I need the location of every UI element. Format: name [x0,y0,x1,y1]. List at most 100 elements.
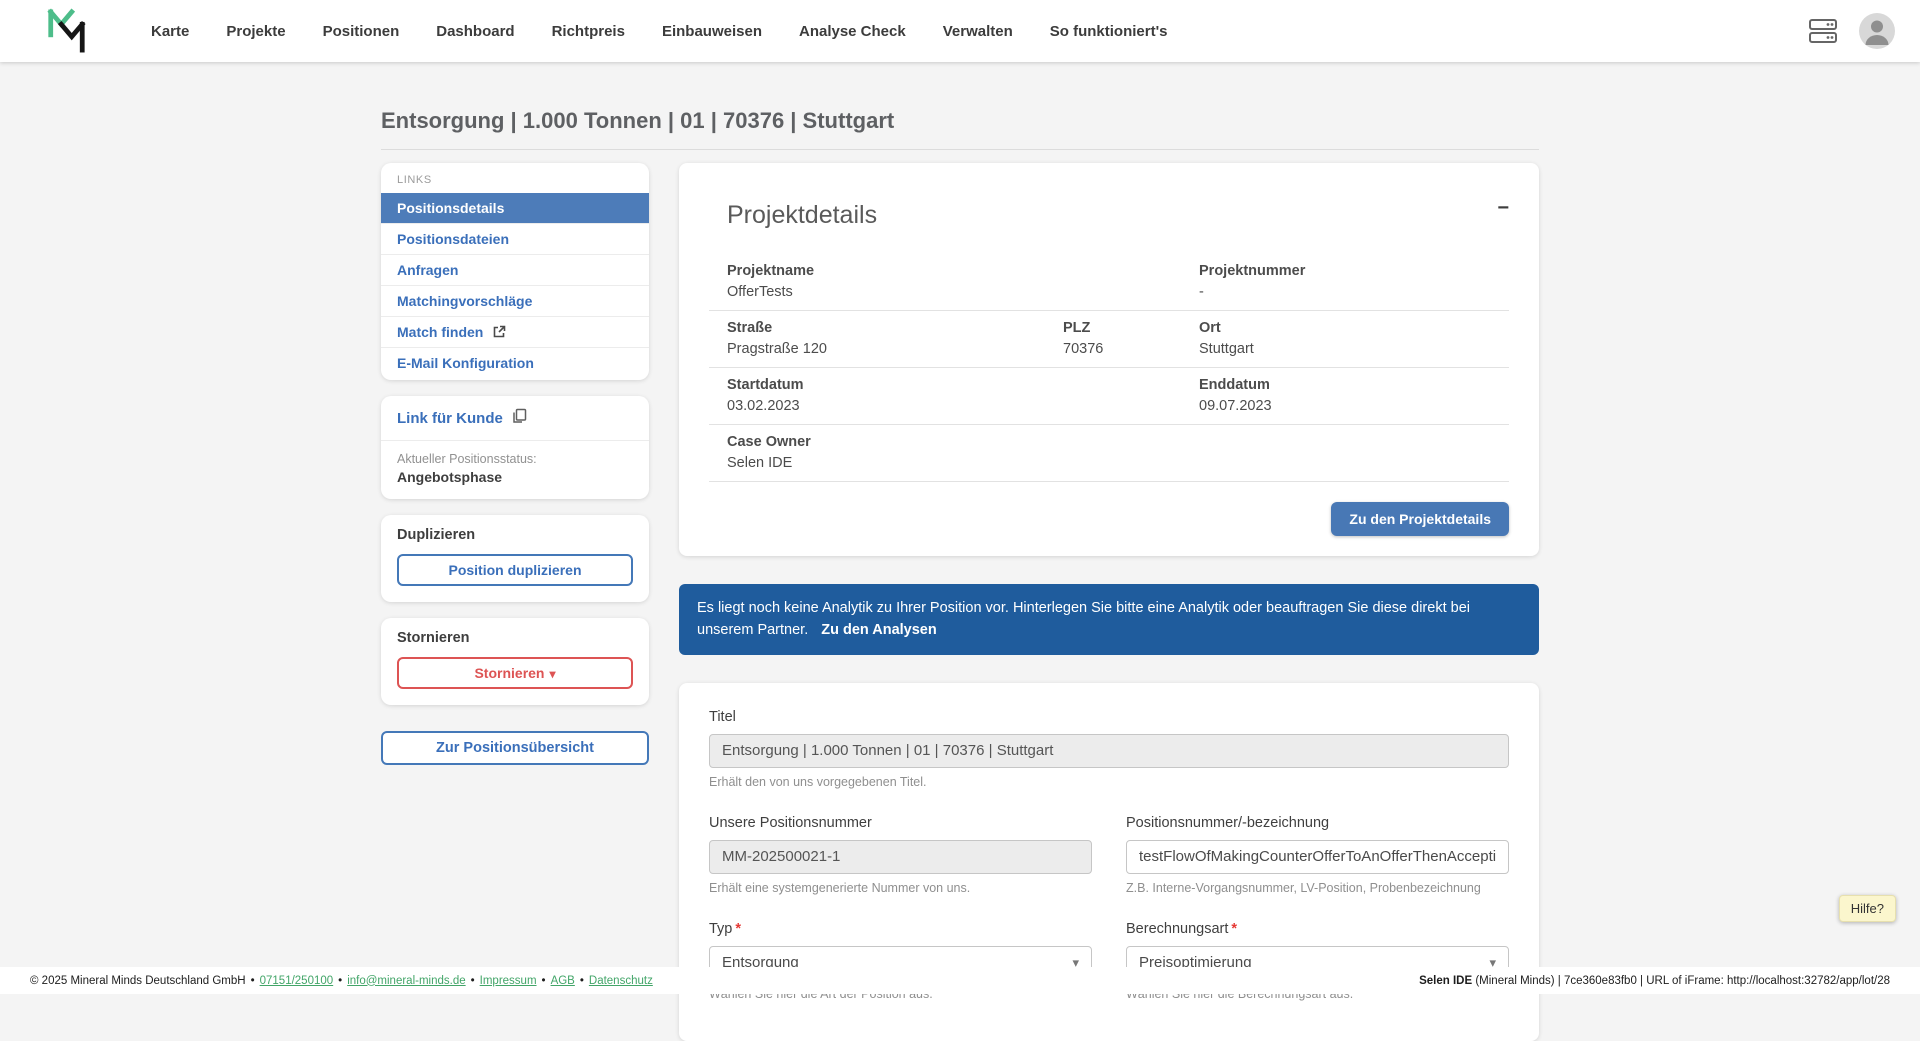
field-label: Ort [1199,320,1509,336]
position-number-input[interactable] [1126,840,1509,874]
customer-link-label: Link für Kunde [397,410,503,427]
cancel-position-button[interactable]: Stornieren▾ [397,657,633,689]
separator: • [251,975,255,987]
chevron-down-icon: ▾ [549,667,555,681]
project-fields: Projektname OfferTests Projektnummer - S… [709,254,1509,482]
typ-label: Typ* [709,921,1092,937]
sidebar: LINKS Positionsdetails Positionsdateien … [381,163,649,765]
project-details-card: Projektdetails − Projektname OfferTests … [679,163,1539,556]
titel-label: Titel [709,709,1509,725]
main-content: Projektdetails − Projektname OfferTests … [679,163,1539,1041]
project-row: Projektname OfferTests Projektnummer - [709,254,1509,311]
footer-link-datenschutz[interactable]: Datenschutz [589,975,653,987]
field-label: Projektnummer [1199,263,1509,279]
sidebar-item-positionsdateien[interactable]: Positionsdateien [381,223,649,254]
our-number-helper: Erhält eine systemgenerierte Nummer von … [709,881,1092,895]
nav-item-analyse-check[interactable]: Analyse Check [799,23,906,40]
banner-text: Es liegt noch keine Analytik zu Ihrer Po… [697,600,1470,638]
field-value: Stuttgart [1199,341,1509,357]
go-to-analyses-link[interactable]: Zu den Analysen [821,622,936,638]
field-label: Projektname [727,263,1181,279]
field-value: OfferTests [727,284,1181,300]
footer-link-agb[interactable]: AGB [551,975,575,987]
duplicate-position-button[interactable]: Position duplizieren [397,554,633,586]
logo-mm-icon [45,8,87,54]
berechnungsart-label: Berechnungsart* [1126,921,1509,937]
required-asterisk: * [735,921,741,937]
links-card: LINKS Positionsdetails Positionsdateien … [381,163,649,380]
separator: • [338,975,342,987]
our-number-label: Unsere Positionsnummer [709,815,1092,831]
customer-link[interactable]: Link für Kunde [381,396,649,441]
titel-field-group: Titel Erhält den von uns vorgegebenen Ti… [709,709,1509,789]
field-label: Enddatum [1199,377,1509,393]
title-divider [381,149,1539,150]
sidebar-item-positionsdetails[interactable]: Positionsdetails [381,193,649,223]
nav-item-so-funktionierts[interactable]: So funktioniert's [1050,23,1168,40]
card-stack-icon [1808,18,1838,44]
footer-left: © 2025 Mineral Minds Deutschland GmbH • … [30,975,653,987]
field-value: 70376 [1063,341,1181,357]
sidebar-item-email-konfiguration[interactable]: E-Mail Konfiguration [381,347,649,378]
titel-helper: Erhält den von uns vorgegebenen Titel. [709,775,1509,789]
footer: © 2025 Mineral Minds Deutschland GmbH • … [0,967,1920,994]
footer-user: Selen IDE [1419,975,1472,987]
help-button[interactable]: Hilfe? [1839,895,1896,922]
nav-item-verwalten[interactable]: Verwalten [943,23,1013,40]
footer-link-phone[interactable]: 07151/250100 [260,975,334,987]
cancel-card: Stornieren Stornieren▾ [381,618,649,705]
sidebar-item-label: E-Mail Konfiguration [397,355,534,371]
nav-item-karte[interactable]: Karte [151,23,189,40]
cancel-heading: Stornieren [397,630,633,646]
position-status-block: Aktueller Positionsstatus: Angebotsphase [381,441,649,499]
berechnungsart-label-text: Berechnungsart [1126,921,1228,937]
separator: • [471,975,475,987]
sidebar-item-label: Match finden [397,324,483,340]
duplicate-heading: Duplizieren [397,527,633,543]
duplicate-card: Duplizieren Position duplizieren [381,515,649,602]
nav-item-projekte[interactable]: Projekte [226,23,285,40]
position-overview-button[interactable]: Zur Positionsübersicht [381,731,649,765]
sidebar-item-label: Anfragen [397,262,458,278]
footer-link-email[interactable]: info@mineral-minds.de [347,975,465,987]
sidebar-item-matchingvorschlaege[interactable]: Matchingvorschläge [381,285,649,316]
avatar-icon [1858,12,1896,50]
project-row: Startdatum 03.02.2023 Enddatum 09.07.202… [709,368,1509,425]
sidebar-item-label: Matchingvorschläge [397,293,532,309]
page-title: Entsorgung | 1.000 Tonnen | 01 | 70376 |… [381,108,1539,134]
position-status-value: Angebotsphase [397,469,633,485]
position-number-field-group: Positionsnummer/-bezeichnung Z.B. Intern… [1126,815,1509,895]
position-number-label: Positionsnummer/-bezeichnung [1126,815,1509,831]
field-label: Case Owner [727,434,1509,450]
mineral-minds-logo[interactable] [45,7,89,55]
links-card-header: LINKS [381,163,649,193]
sidebar-item-match-finden[interactable]: Match finden [381,316,649,347]
copy-icon[interactable] [511,408,527,428]
collapse-icon[interactable]: − [1497,197,1509,220]
nav-item-positionen[interactable]: Positionen [323,23,400,40]
field-value: Pragstraße 120 [727,341,1045,357]
analytics-info-banner: Es liegt noch keine Analytik zu Ihrer Po… [679,584,1539,655]
field-value: Selen IDE [727,455,1509,471]
our-number-input [709,840,1092,874]
required-asterisk: * [1231,921,1237,937]
status-card: Link für Kunde Aktueller Positionsstatus… [381,396,649,499]
our-number-field-group: Unsere Positionsnummer Erhält eine syste… [709,815,1092,895]
nav-item-einbauweisen[interactable]: Einbauweisen [662,23,762,40]
nav-item-richtpreis[interactable]: Richtpreis [552,23,625,40]
go-to-project-details-button[interactable]: Zu den Projektdetails [1331,502,1509,536]
copyright-text: © 2025 Mineral Minds Deutschland GmbH [30,975,246,987]
card-stack-button[interactable] [1808,18,1838,44]
footer-link-impressum[interactable]: Impressum [480,975,537,987]
separator: • [542,975,546,987]
project-row: Case Owner Selen IDE [709,425,1509,482]
user-avatar-button[interactable] [1858,12,1896,50]
nav-right [1808,12,1896,50]
project-details-title: Projektdetails [727,201,877,230]
sidebar-item-label: Positionsdetails [397,200,504,216]
sidebar-item-anfragen[interactable]: Anfragen [381,254,649,285]
field-label: Straße [727,320,1045,336]
footer-session-details: (Mineral Minds) | 7ce360e83fb0 | URL of … [1472,975,1890,987]
titel-input [709,734,1509,768]
nav-item-dashboard[interactable]: Dashboard [436,23,514,40]
